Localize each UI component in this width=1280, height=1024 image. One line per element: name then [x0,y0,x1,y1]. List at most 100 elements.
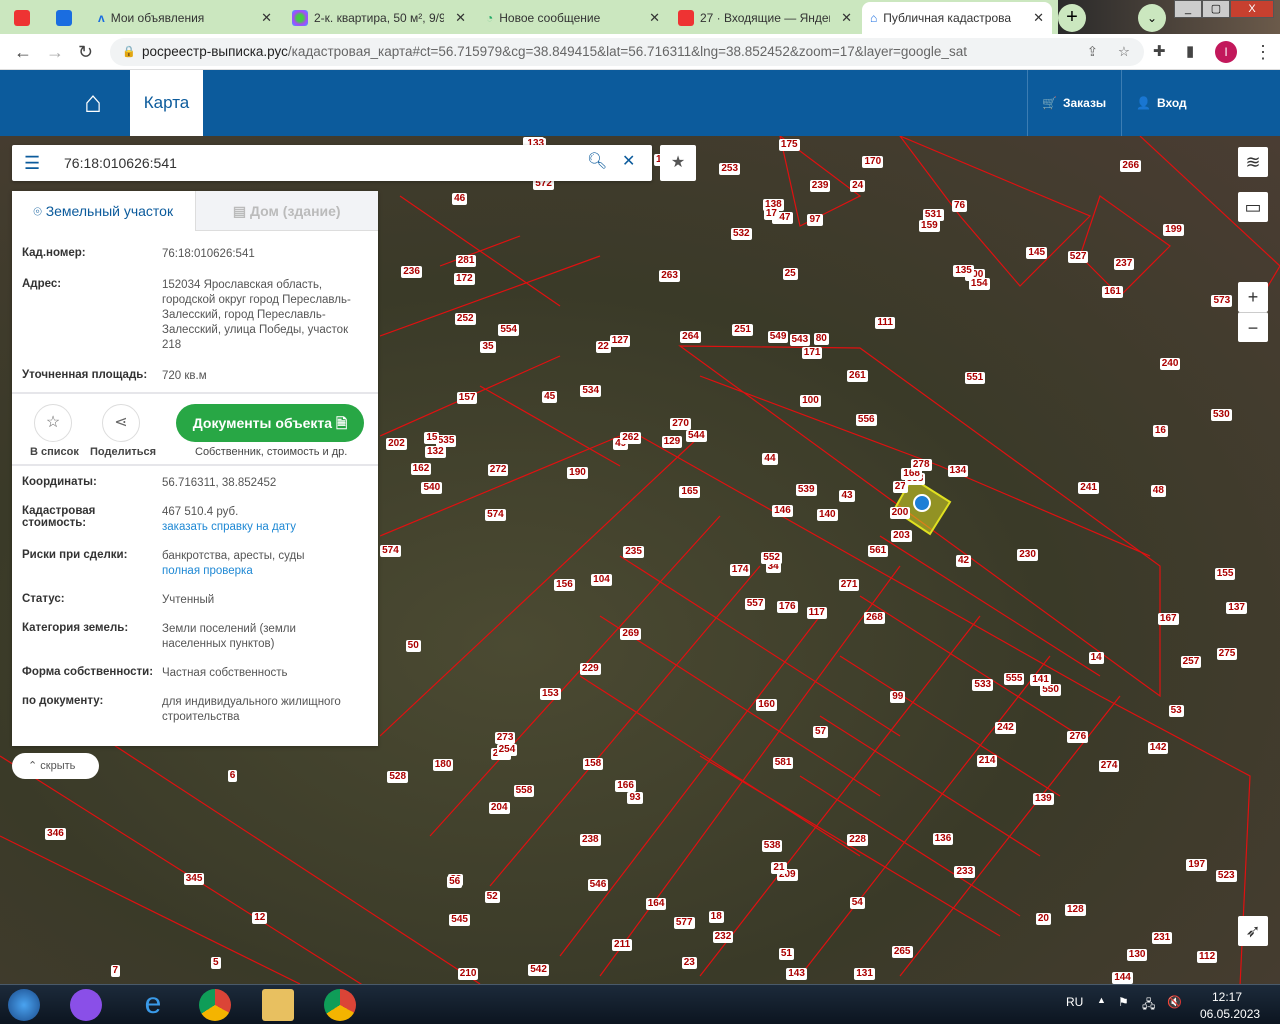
bookmark-star-icon[interactable]: ☆ [1118,38,1130,66]
parcel-label[interactable]: 6 [227,769,238,782]
action-center-icon[interactable]: ⚑ [1118,995,1129,1009]
tab-search-button[interactable]: ⌄ [1138,4,1166,32]
parcel-label[interactable]: 197 [1186,858,1208,871]
parcel-label[interactable]: 214 [976,755,998,768]
parcel-label[interactable]: 270 [670,417,691,430]
layers-button[interactable]: ≋ [1238,147,1268,177]
parcel-label[interactable]: 275 [1216,647,1238,660]
parcel-label[interactable]: 80 [813,333,829,346]
favorites-button[interactable]: ★ [660,145,696,181]
parcel-label[interactable]: 532 [730,227,752,240]
parcel-label[interactable]: 132 [425,445,446,458]
parcel-label[interactable]: 7 [110,964,121,977]
parcel-label[interactable]: 25 [782,267,798,280]
parcel-label[interactable]: 254 [496,744,518,757]
parcel-label[interactable]: 159 [919,219,940,232]
home-icon[interactable]: ⌂ [84,86,102,120]
parcel-label[interactable]: 156 [554,579,575,592]
parcel-label[interactable]: 155 [1214,568,1236,581]
parcel-label[interactable]: 533 [972,679,994,692]
parcel-label[interactable]: 14 [1088,651,1104,664]
parcel-label[interactable]: 176 [776,600,798,613]
parcel-label[interactable]: 154 [968,277,990,290]
parcel-label[interactable]: 203 [891,530,912,543]
reload-icon[interactable]: ↻ [78,42,93,63]
search-icon[interactable]: 🔍︎ [587,151,607,171]
detail-link[interactable]: полная проверка [162,565,253,577]
tab-apartment[interactable]: 2-к. квартира, 50 м², 9/9 ✕ [284,2,474,34]
parcel-label[interactable]: 200 [889,506,911,519]
zoom-out-button[interactable]: − [1238,312,1268,342]
parcel-label[interactable]: 23 [681,956,697,969]
parcel-label[interactable]: 157 [456,392,478,405]
parcel-label[interactable]: 51 [778,948,794,961]
parcel-label[interactable]: 48 [1150,485,1166,498]
parcel-label[interactable]: 143 [786,968,807,980]
volume-muted-icon[interactable]: 🔇 [1167,995,1182,1009]
chrome-active-icon[interactable] [324,989,356,1021]
parcel-label[interactable]: 144 [1112,971,1133,984]
parcel-label[interactable]: 263 [659,269,680,282]
parcel-label[interactable]: 175 [778,139,800,152]
parcel-label[interactable]: 76 [951,200,968,213]
parcel-label[interactable]: 99 [890,691,906,704]
parcel-label[interactable]: 204 [488,802,510,815]
parcel-label[interactable]: 202 [386,438,407,451]
tab-cadastral-map[interactable]: ⌂ Публичная кадастрова ✕ [862,2,1052,34]
parcel-label[interactable]: 558 [513,785,535,798]
add-to-list-button[interactable]: ☆ [34,404,72,442]
parcel-label[interactable]: 538 [761,840,783,853]
parcel-label[interactable]: 269 [620,627,642,640]
parcel-label[interactable]: 17 [763,208,779,221]
parcel-label[interactable]: 252 [454,312,476,325]
parcel-label[interactable]: 264 [680,330,701,343]
geolocate-button[interactable]: ➶ [1238,916,1268,946]
parcel-label[interactable]: 45 [542,391,558,404]
parcel-label[interactable]: 18 [708,910,724,923]
forward-icon[interactable]: → [46,42,64,63]
parcel-label[interactable]: 534 [580,384,602,397]
login-button[interactable]: 👤 Вход [1121,70,1211,136]
parcel-label[interactable]: 134 [947,464,969,477]
parcel-label[interactable]: 12 [252,911,268,924]
close-tab-icon[interactable]: ✕ [649,10,660,26]
parcel-label[interactable]: 158 [582,757,604,770]
language-indicator[interactable]: RU [1066,995,1083,1009]
parcel-label[interactable]: 268 [864,612,885,625]
parcel-label[interactable]: 145 [1026,246,1048,259]
parcel-label[interactable]: 56 [447,876,463,889]
parcel-label[interactable]: 276 [1067,730,1089,743]
close-tab-icon[interactable]: ✕ [841,10,852,26]
hide-panel-button[interactable]: ⌃ скрыть [12,753,99,779]
parcel-label[interactable]: 130 [1126,949,1148,962]
parcel-label[interactable]: 253 [719,162,741,175]
extensions-icon[interactable]: ✚ [1153,42,1166,60]
parcel-label[interactable]: 236 [401,265,422,278]
parcel-label[interactable]: 272 [487,463,509,476]
clear-icon[interactable]: ✕ [622,151,635,171]
tab-my-ads[interactable]: ʌ Мои объявления ✕ [90,2,280,34]
parcel-label[interactable]: 112 [1197,950,1218,963]
parcel-label[interactable]: 54 [849,897,865,910]
parcel-label[interactable]: 129 [661,436,683,449]
menu-kebab-icon[interactable]: ⋮ [1254,42,1272,63]
parcel-label[interactable]: 542 [528,963,549,976]
maximize-button[interactable]: ▢ [1202,0,1230,18]
parcel-label[interactable]: 20 [1035,912,1051,925]
parcel-label[interactable]: 160 [756,699,777,712]
parcel-label[interactable]: 22 [595,340,611,353]
parcel-label[interactable]: 531 [922,208,944,221]
parcel-label[interactable]: 549 [767,331,789,344]
parcel-label[interactable]: 574 [380,545,401,558]
parcel-label[interactable]: 93 [627,792,643,805]
ruler-button[interactable]: ▭ [1238,192,1268,222]
parcel-label[interactable]: 233 [954,866,976,879]
tab-new-message[interactable]: ◔ Новое сообщение ✕ [478,2,668,34]
parcel-label[interactable]: 190 [567,466,588,479]
parcel-label[interactable]: 544 [685,430,707,443]
close-tab-icon[interactable]: ✕ [1033,10,1044,26]
parcel-label[interactable]: 257 [1180,656,1202,669]
zoom-in-button[interactable]: + [1238,282,1268,312]
parcel-label[interactable]: 262 [620,432,641,445]
parcel-label[interactable]: 170 [862,156,884,169]
